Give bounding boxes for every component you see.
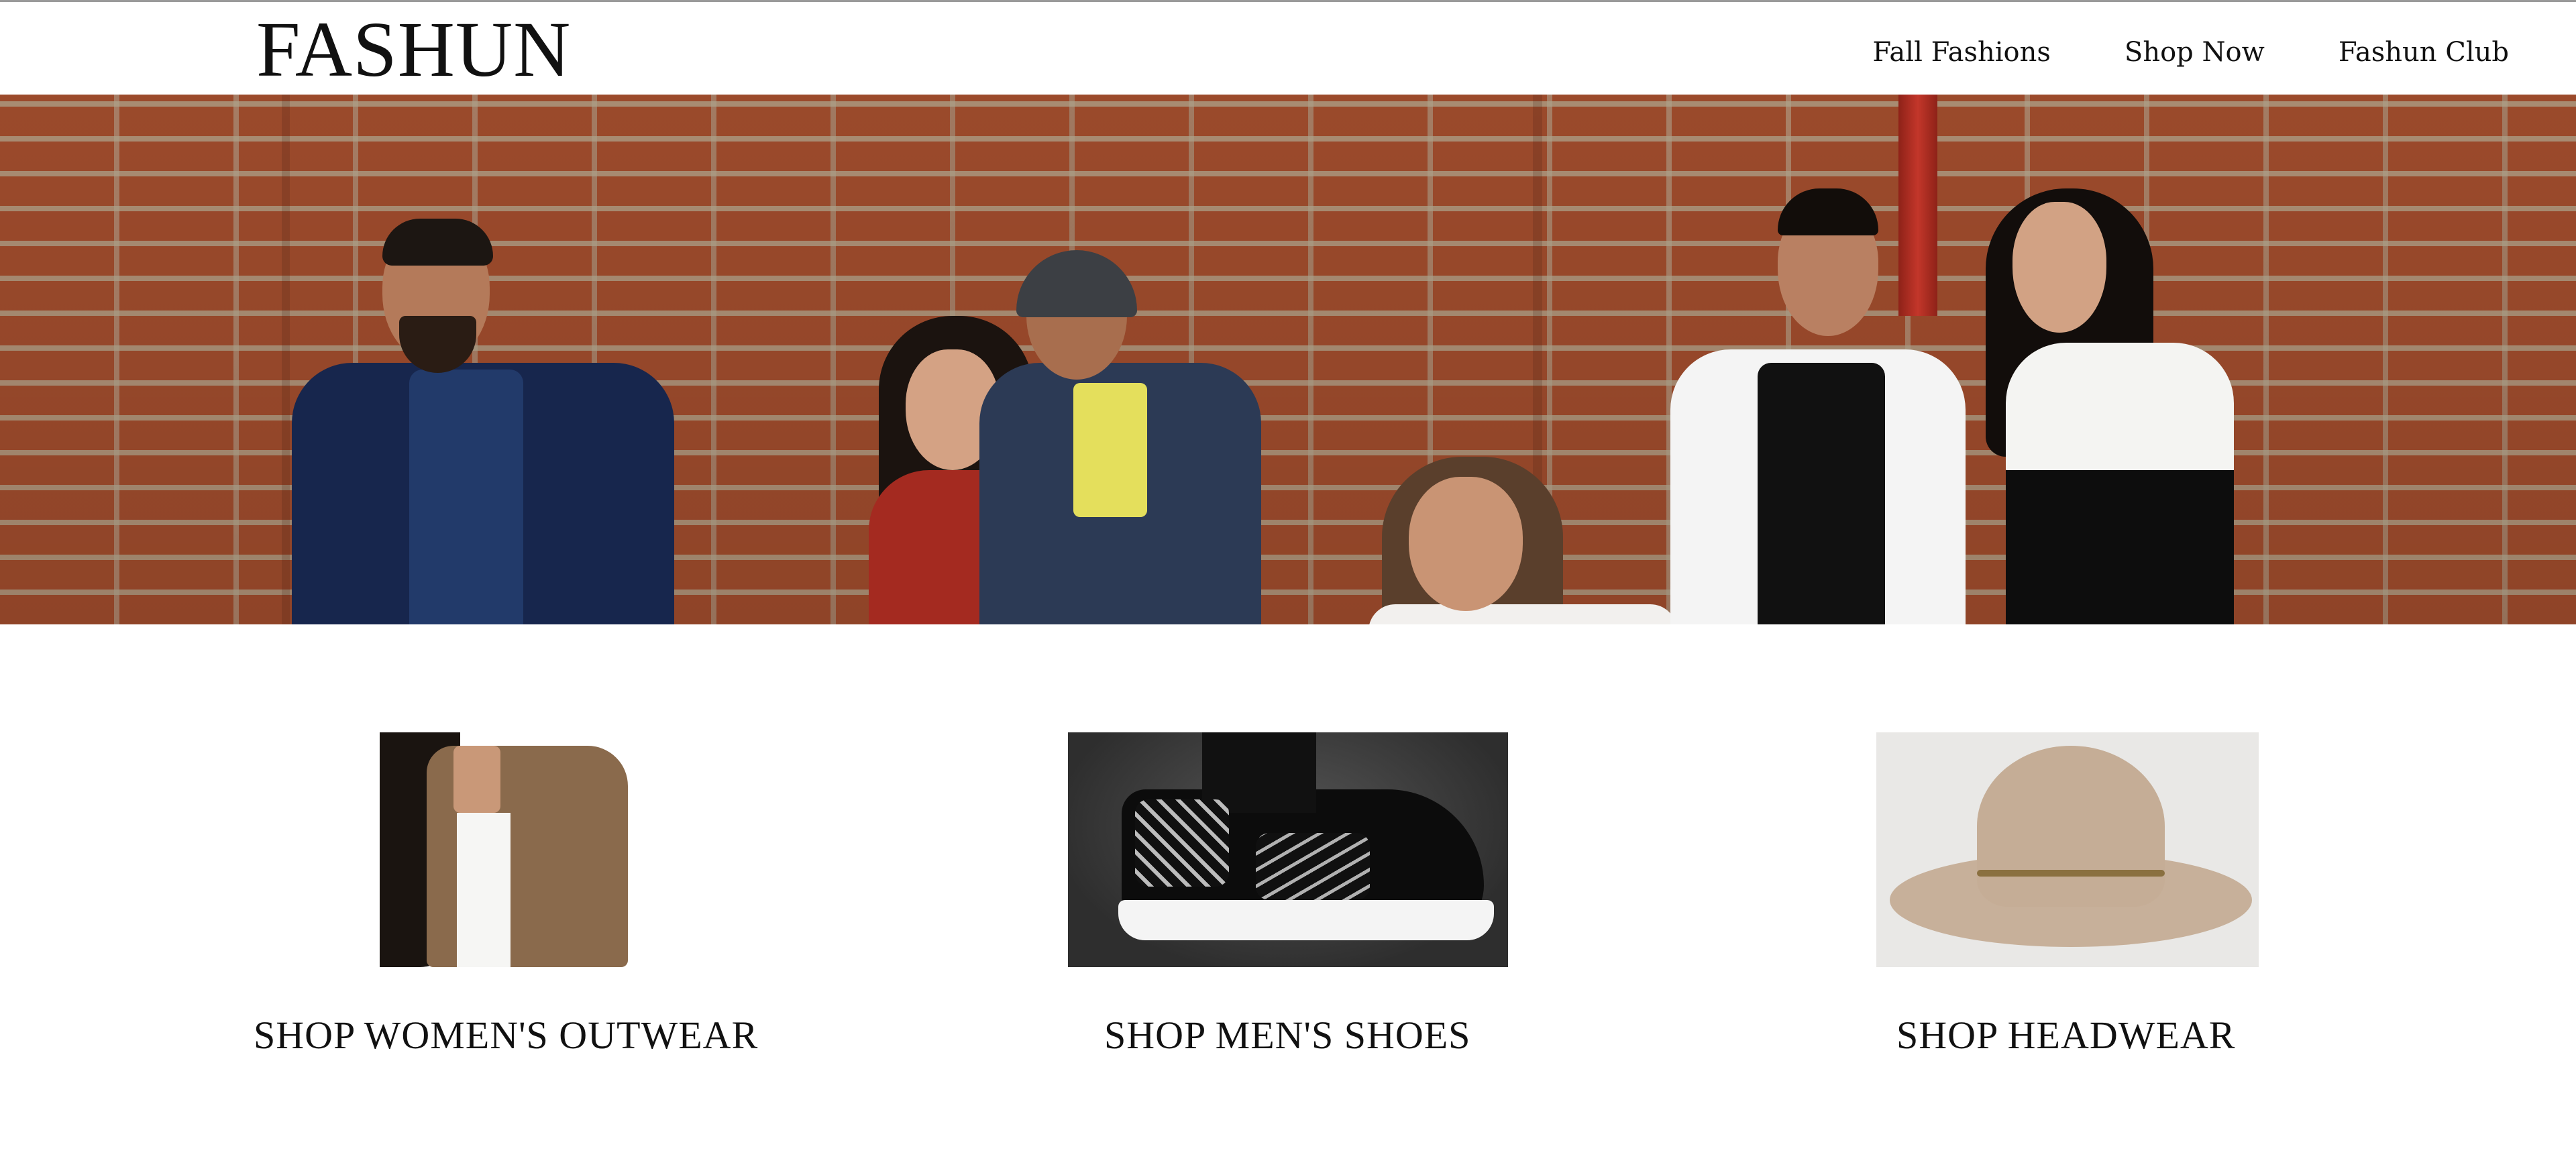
- womens-outwear-image[interactable]: [380, 732, 636, 967]
- product-categories: SHOP WOMEN'S OUTWEAR SHOP MEN'S SHOES SH…: [0, 732, 2576, 1081]
- nav-link-fall-fashions[interactable]: Fall Fashions: [1872, 37, 2051, 68]
- mens-shoes-image[interactable]: [1068, 732, 1508, 967]
- red-pipe: [1898, 95, 1937, 316]
- mens-shoes-title[interactable]: SHOP MEN'S SHOES: [1104, 1013, 1470, 1058]
- headwear-title[interactable]: SHOP HEADWEAR: [1896, 1013, 2235, 1058]
- nav-link-shop-now[interactable]: Shop Now: [2125, 37, 2265, 68]
- womens-outwear-title[interactable]: SHOP WOMEN'S OUTWEAR: [254, 1013, 758, 1058]
- wall-seam: [282, 95, 290, 624]
- headwear-image[interactable]: [1876, 732, 2259, 967]
- hero-banner-image: [0, 95, 2576, 624]
- brand-logo[interactable]: FASHUN: [256, 10, 571, 89]
- site-header: FASHUN Fall Fashions Shop Now Fashun Clu…: [0, 2, 2576, 95]
- nav-link-fashun-club[interactable]: Fashun Club: [2339, 37, 2509, 68]
- main-nav: Fall Fashions Shop Now Fashun Club: [1872, 37, 2509, 68]
